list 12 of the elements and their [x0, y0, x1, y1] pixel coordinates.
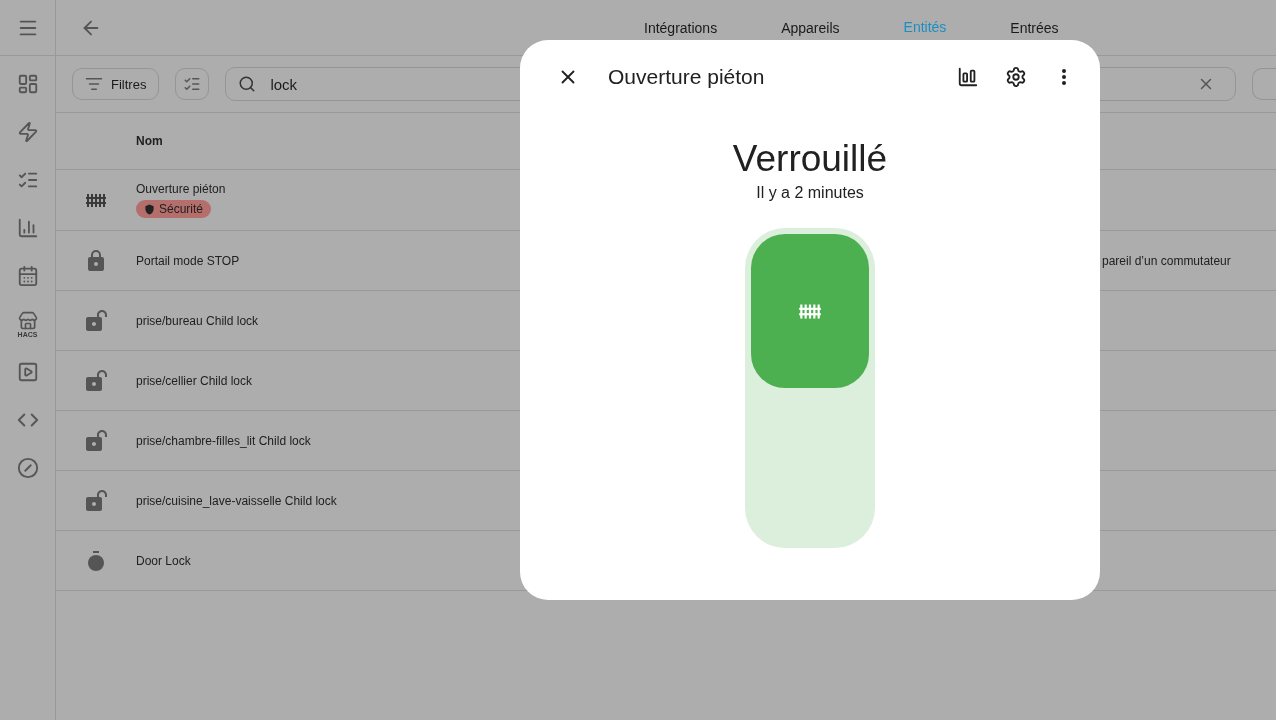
entity-name: Door Lock [136, 553, 191, 568]
last-changed-text: Il y a 2 minutes [756, 184, 864, 202]
entity-name: Ouverture piéton [136, 182, 226, 196]
area-badge: Sécurité [136, 200, 212, 218]
state-text: Verrouillé [732, 137, 888, 181]
table-cell-text: pareil d’un commutateur [1102, 253, 1232, 268]
dialog-title: Ouverture piéton [608, 65, 766, 89]
entity-name: prise/cellier Child lock [136, 373, 253, 388]
entity-name: prise/chambre-filles_lit Child lock [136, 433, 311, 448]
entity-name: prise/bureau Child lock [136, 313, 259, 328]
entity-name: Portail mode STOP [136, 253, 240, 268]
entity-name: prise/cuisine_lave-vaisselle Child lock [136, 493, 337, 508]
